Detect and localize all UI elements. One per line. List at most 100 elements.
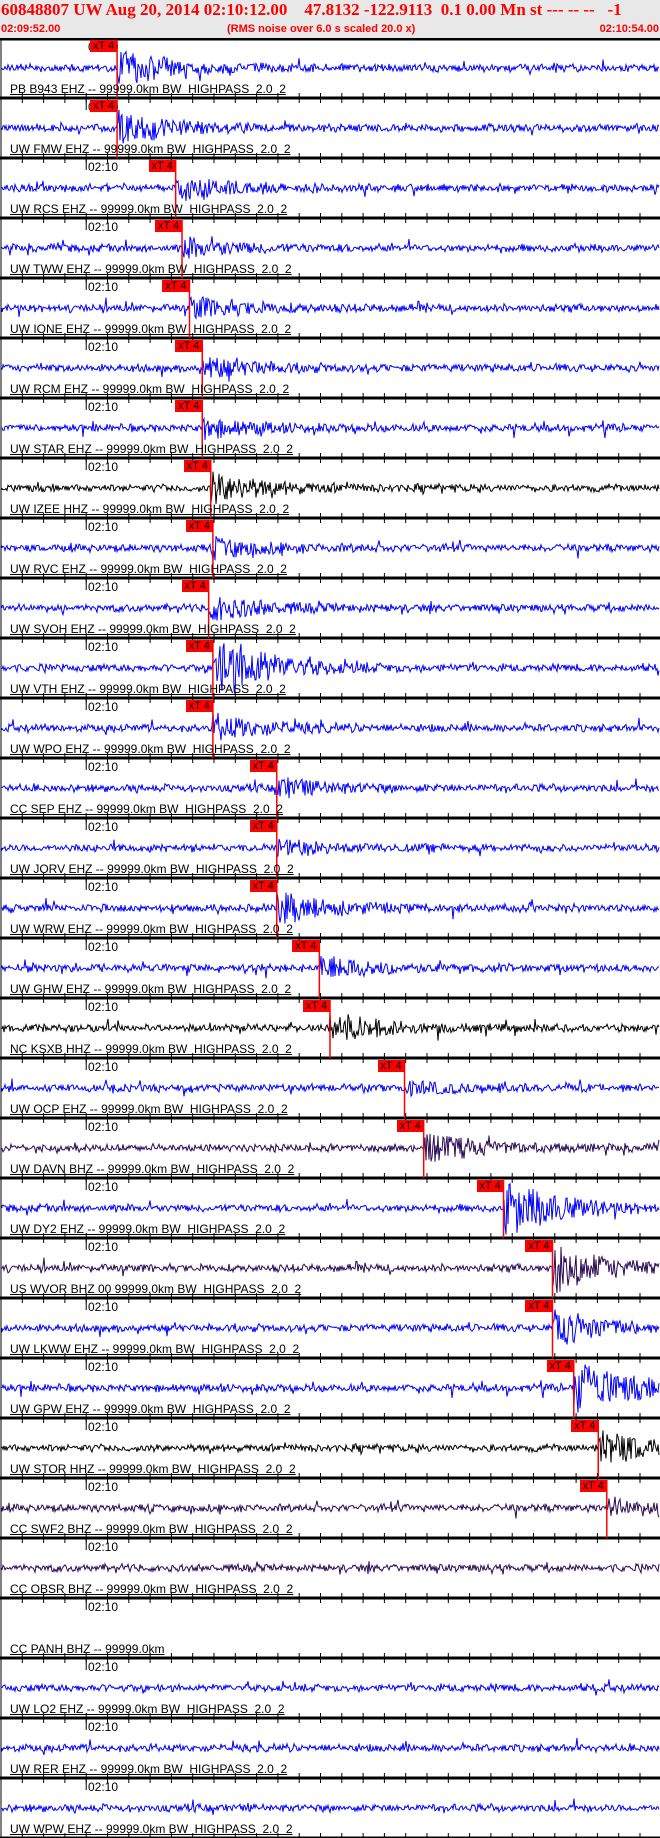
phase-pick-marker[interactable]: xT 4 [185, 640, 213, 652]
time-tick-label: 02:10 [88, 1060, 119, 1074]
station-label: UW VTH EHZ -- 99999.0km BW HIGHPASS 2.0 … [10, 682, 286, 696]
time-tick-label: 02:10 [88, 640, 119, 654]
time-tick-label: 02:10 [88, 880, 119, 894]
phase-pick-marker[interactable]: xT 4 [525, 1240, 553, 1252]
waveform-trace [1, 1679, 660, 1696]
waveform-trace [1, 179, 660, 201]
time-tick-label: 02:10 [88, 460, 119, 474]
time-tick-label: 02:10 [88, 220, 119, 234]
waveform-trace [1, 1133, 660, 1162]
phase-pick-marker[interactable]: xT 4 [571, 1420, 599, 1432]
station-label: UW RCM EHZ -- 99999.0km BW HIGHPASS 2.0 … [10, 382, 290, 396]
waveform-trace [1, 1496, 660, 1519]
phase-pick-marker[interactable]: xT 4 [185, 700, 213, 712]
header: 60848807 UW Aug 20, 2014 02:10:12.00 47.… [0, 0, 660, 38]
time-tick-label: 02:10 [88, 1180, 119, 1194]
waveform-trace [1, 471, 660, 504]
station-label: UW WPO EHZ -- 99999.0km BW HIGHPASS 2.0 … [10, 742, 291, 756]
phase-pick-marker[interactable]: xT 4 [90, 40, 118, 52]
waveform-trace [1, 536, 660, 561]
phase-pick-marker[interactable]: xT 4 [303, 1000, 330, 1012]
waveform-trace [1, 1798, 660, 1815]
time-tick-label: 02:10 [88, 400, 119, 414]
time-tick-label: 02:10 [88, 1540, 119, 1554]
station-label: UW TWW EHZ -- 99999.0km BW HIGHPASS 2.0 … [10, 262, 292, 276]
time-tick-label: 02:10 [88, 1360, 119, 1374]
waveform-trace [1, 236, 660, 259]
phase-pick-marker[interactable]: xT 4 [175, 340, 203, 352]
waveform-trace [1, 1561, 660, 1576]
phase-pick-marker[interactable]: xT 4 [249, 760, 277, 772]
phase-pick-marker[interactable]: xT 4 [162, 280, 190, 292]
phase-pick-marker[interactable]: xT 4 [148, 160, 176, 172]
station-label: UW STAR EHZ -- 99999.0km BW HIGHPASS 2.0… [10, 442, 293, 456]
station-label: UW LKWW EHZ -- 99999.0km BW HIGHPASS 2.0… [10, 1342, 300, 1356]
phase-pick-marker[interactable]: xT 4 [292, 940, 320, 952]
time-tick-label: 02:10 [88, 1000, 119, 1014]
station-label: UW IZEE HHZ -- 99999.0km BW HIGHPASS 2.0… [10, 502, 290, 516]
time-tick-label: 02:10 [88, 1720, 119, 1734]
waveform-trace [1, 357, 660, 382]
station-label: UW JORV EHZ -- 99999.0km BW HIGHPASS 2.0… [10, 862, 294, 876]
station-label: NC KSXB HHZ -- 99999.0km BW HIGHPASS 2.0… [10, 1042, 292, 1056]
phase-pick-marker[interactable]: xT 4 [377, 1060, 405, 1072]
phase-pick-marker[interactable]: xT 4 [183, 460, 211, 472]
time-tick-label: 02:10 [88, 520, 119, 534]
station-label: UW RVC EHZ -- 99999.0km BW HIGHPASS 2.0 … [10, 562, 287, 576]
time-tick-label: 02:10 [88, 1660, 119, 1674]
waveform-trace [1, 1430, 660, 1463]
phase-pick-marker[interactable]: xT 4 [249, 880, 277, 892]
time-tick-label: 02:10 [88, 940, 119, 954]
waveform-trace [1, 416, 660, 441]
time-tick-label: 02:10 [88, 280, 119, 294]
start-time: 02:09:52.00 [1, 23, 61, 35]
waveform-trace [1, 892, 660, 924]
station-label: UW SVOH EHZ -- 99999.0km BW HIGHPASS 2.0… [10, 622, 296, 636]
station-label: UW IONE EHZ -- 99999.0km BW HIGHPASS 2.0… [10, 322, 292, 336]
time-tick-label: 02:10 [88, 1420, 119, 1434]
phase-pick-marker[interactable]: xT 4 [476, 1180, 504, 1192]
station-label: CC SWF2 BHZ -- 99999.0km BW HIGHPASS 2.0… [10, 1522, 293, 1536]
station-label: UW STOR HHZ -- 99999.0km BW HIGHPASS 2.0… [10, 1462, 296, 1476]
waveform-canvas [0, 38, 660, 1838]
station-label: UW RCS EHZ -- 99999.0km BW HIGHPASS 2.0 … [10, 202, 288, 216]
waveform-trace [1, 109, 660, 144]
station-label: UW RER EHZ -- 99999.0km BW HIGHPASS 2.0 … [10, 1762, 288, 1776]
phase-pick-marker[interactable]: xT 4 [90, 100, 118, 112]
station-label: CC SEP EHZ -- 99999.0km BW HIGHPASS 2.0 … [10, 802, 283, 816]
waveform-trace [1, 295, 660, 320]
station-label: UW WPW EHZ -- 99999.0km BW HIGHPASS 2.0 … [10, 1822, 293, 1836]
waveform-trace [1, 1309, 660, 1345]
waveform-trace [1, 777, 660, 799]
phase-pick-marker[interactable]: xT 4 [525, 1300, 553, 1312]
station-label: US WVOR BHZ 00 99999.0km BW HIGHPASS 2.0… [10, 1282, 302, 1296]
phase-pick-marker[interactable]: xT 4 [155, 220, 183, 232]
waveform-trace [1, 838, 660, 859]
phase-pick-marker[interactable]: xT 4 [396, 1120, 424, 1132]
phase-pick-marker[interactable]: xT 4 [185, 520, 213, 532]
phase-pick-marker[interactable]: xT 4 [546, 1360, 574, 1372]
waveform-trace [1, 597, 660, 621]
phase-pick-marker[interactable]: xT 4 [579, 1480, 607, 1492]
time-tick-label: 02:10 [88, 340, 119, 354]
station-label: UW DAVN BHZ -- 99999.0km BW HIGHPASS 2.0… [10, 1162, 295, 1176]
station-label: UW OCP EHZ -- 99999.0km BW HIGHPASS 2.0 … [10, 1102, 288, 1116]
time-tick-label: 02:10 [88, 1240, 119, 1254]
waveform-trace [1, 49, 660, 84]
station-label: PB B943 EHZ -- 99999.0km BW HIGHPASS 2.0… [10, 82, 286, 96]
phase-pick-marker[interactable]: xT 4 [181, 580, 209, 592]
time-tick-label: 02:10 [88, 160, 119, 174]
time-tick-label: 02:10 [88, 700, 119, 714]
station-label: CC PANH BHZ -- 99999.0km [10, 1642, 165, 1656]
end-time: 02:10:54.00 [599, 23, 659, 35]
phase-pick-marker[interactable]: xT 4 [175, 400, 203, 412]
waveform-trace [1, 711, 660, 741]
scaling-note: (RMS noise over 6.0 s scaled 20.0 x) [227, 23, 416, 35]
seismogram-section: 02:10 PB B943 EHZ -- 99999.0km BW HIGHPAS… [0, 38, 660, 1838]
station-label: UW GPW EHZ -- 99999.0km BW HIGHPASS 2.0 … [10, 1402, 291, 1416]
phase-pick-marker[interactable]: xT 4 [249, 820, 277, 832]
time-tick-label: 02:10 [88, 820, 119, 834]
time-tick-label: 02:10 [88, 1300, 119, 1314]
station-label: UW GHW EHZ -- 99999.0km BW HIGHPASS 2.0 … [10, 982, 292, 996]
waveform-trace [1, 1737, 660, 1756]
